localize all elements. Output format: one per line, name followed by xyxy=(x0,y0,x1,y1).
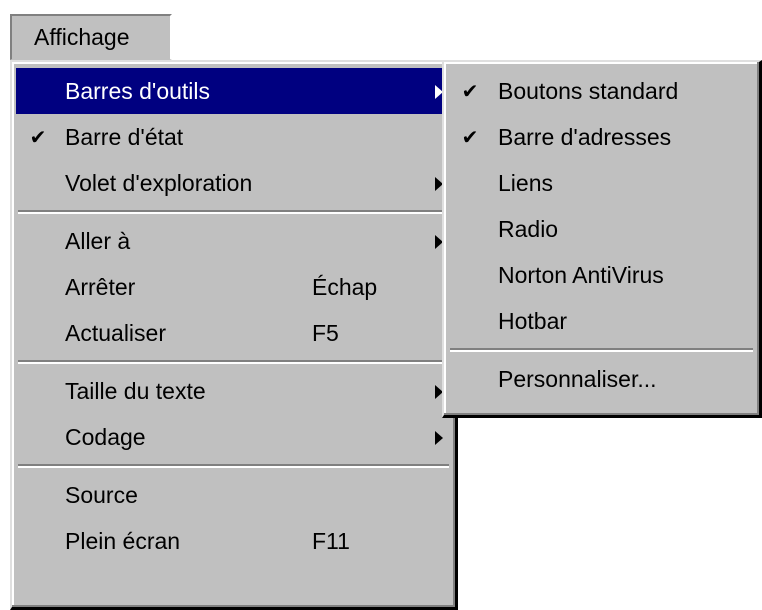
submenu-item-norton-antivirus[interactable]: Norton AntiVirus xyxy=(448,252,755,298)
menu-item-label: Taille du texte xyxy=(65,378,206,404)
view-menu: Barres d'outils ✔ Barre d'état Volet d'e… xyxy=(10,60,458,610)
menu-item-barre-etat[interactable]: ✔ Barre d'état xyxy=(16,114,451,160)
menu-item-label: Radio xyxy=(498,216,559,242)
menu-item-barres-outils[interactable]: Barres d'outils xyxy=(16,68,451,114)
menu-item-label: Codage xyxy=(65,424,146,450)
menu-item-label: Plein écran xyxy=(65,528,181,554)
checkmark-icon: ✔ xyxy=(461,125,479,149)
menu-separator xyxy=(18,460,449,472)
menu-item-label: Volet d'exploration xyxy=(65,170,253,196)
menu-item-taille-texte[interactable]: Taille du texte xyxy=(16,368,451,414)
menu-separator xyxy=(18,206,449,218)
menu-separator xyxy=(450,344,753,356)
menu-item-plein-ecran[interactable]: Plein écran F11 xyxy=(16,518,451,564)
menu-item-label: Arrêter xyxy=(65,274,136,300)
submenu-item-hotbar[interactable]: Hotbar xyxy=(448,298,755,344)
menu-item-aller-a[interactable]: Aller à xyxy=(16,218,451,264)
menu-item-label: Hotbar xyxy=(498,308,568,334)
menu-item-label: Source xyxy=(65,482,138,508)
menu-item-source[interactable]: Source xyxy=(16,472,451,518)
menu-item-label: Barre d'adresses xyxy=(498,124,672,150)
submenu-item-boutons-standard[interactable]: ✔ Boutons standard xyxy=(448,68,755,114)
menu-item-shortcut: F11 xyxy=(312,528,350,554)
menu-item-codage[interactable]: Codage xyxy=(16,414,451,460)
toolbars-submenu: ✔ Boutons standard ✔ Barre d'adresses Li… xyxy=(442,60,762,418)
submenu-item-barre-adresses[interactable]: ✔ Barre d'adresses xyxy=(448,114,755,160)
menu-item-label: Norton AntiVirus xyxy=(498,262,664,288)
submenu-item-radio[interactable]: Radio xyxy=(448,206,755,252)
submenu-item-personnaliser[interactable]: Personnaliser... xyxy=(448,356,755,402)
menu-item-shortcut: Échap xyxy=(312,274,378,300)
menu-item-arreter[interactable]: Arrêter Échap xyxy=(16,264,451,310)
menu-item-label: Aller à xyxy=(65,228,131,254)
submenu-item-liens[interactable]: Liens xyxy=(448,160,755,206)
checkmark-icon: ✔ xyxy=(29,125,47,149)
menu-item-label: Boutons standard xyxy=(498,78,679,104)
menu-affichage[interactable]: Affichage xyxy=(10,14,172,60)
submenu-arrow-icon xyxy=(435,431,443,445)
menu-item-actualiser[interactable]: Actualiser F5 xyxy=(16,310,451,356)
menu-item-label: Actualiser xyxy=(65,320,166,346)
checkmark-icon: ✔ xyxy=(461,79,479,103)
menu-item-label: Personnaliser... xyxy=(498,366,657,392)
menu-item-label: Liens xyxy=(498,170,553,196)
menu-item-label: Barre d'état xyxy=(65,124,184,150)
menu-item-volet-exploration[interactable]: Volet d'exploration xyxy=(16,160,451,206)
menu-item-label: Barres d'outils xyxy=(65,78,211,104)
menu-separator xyxy=(18,356,449,368)
menu-item-shortcut: F5 xyxy=(312,320,339,346)
